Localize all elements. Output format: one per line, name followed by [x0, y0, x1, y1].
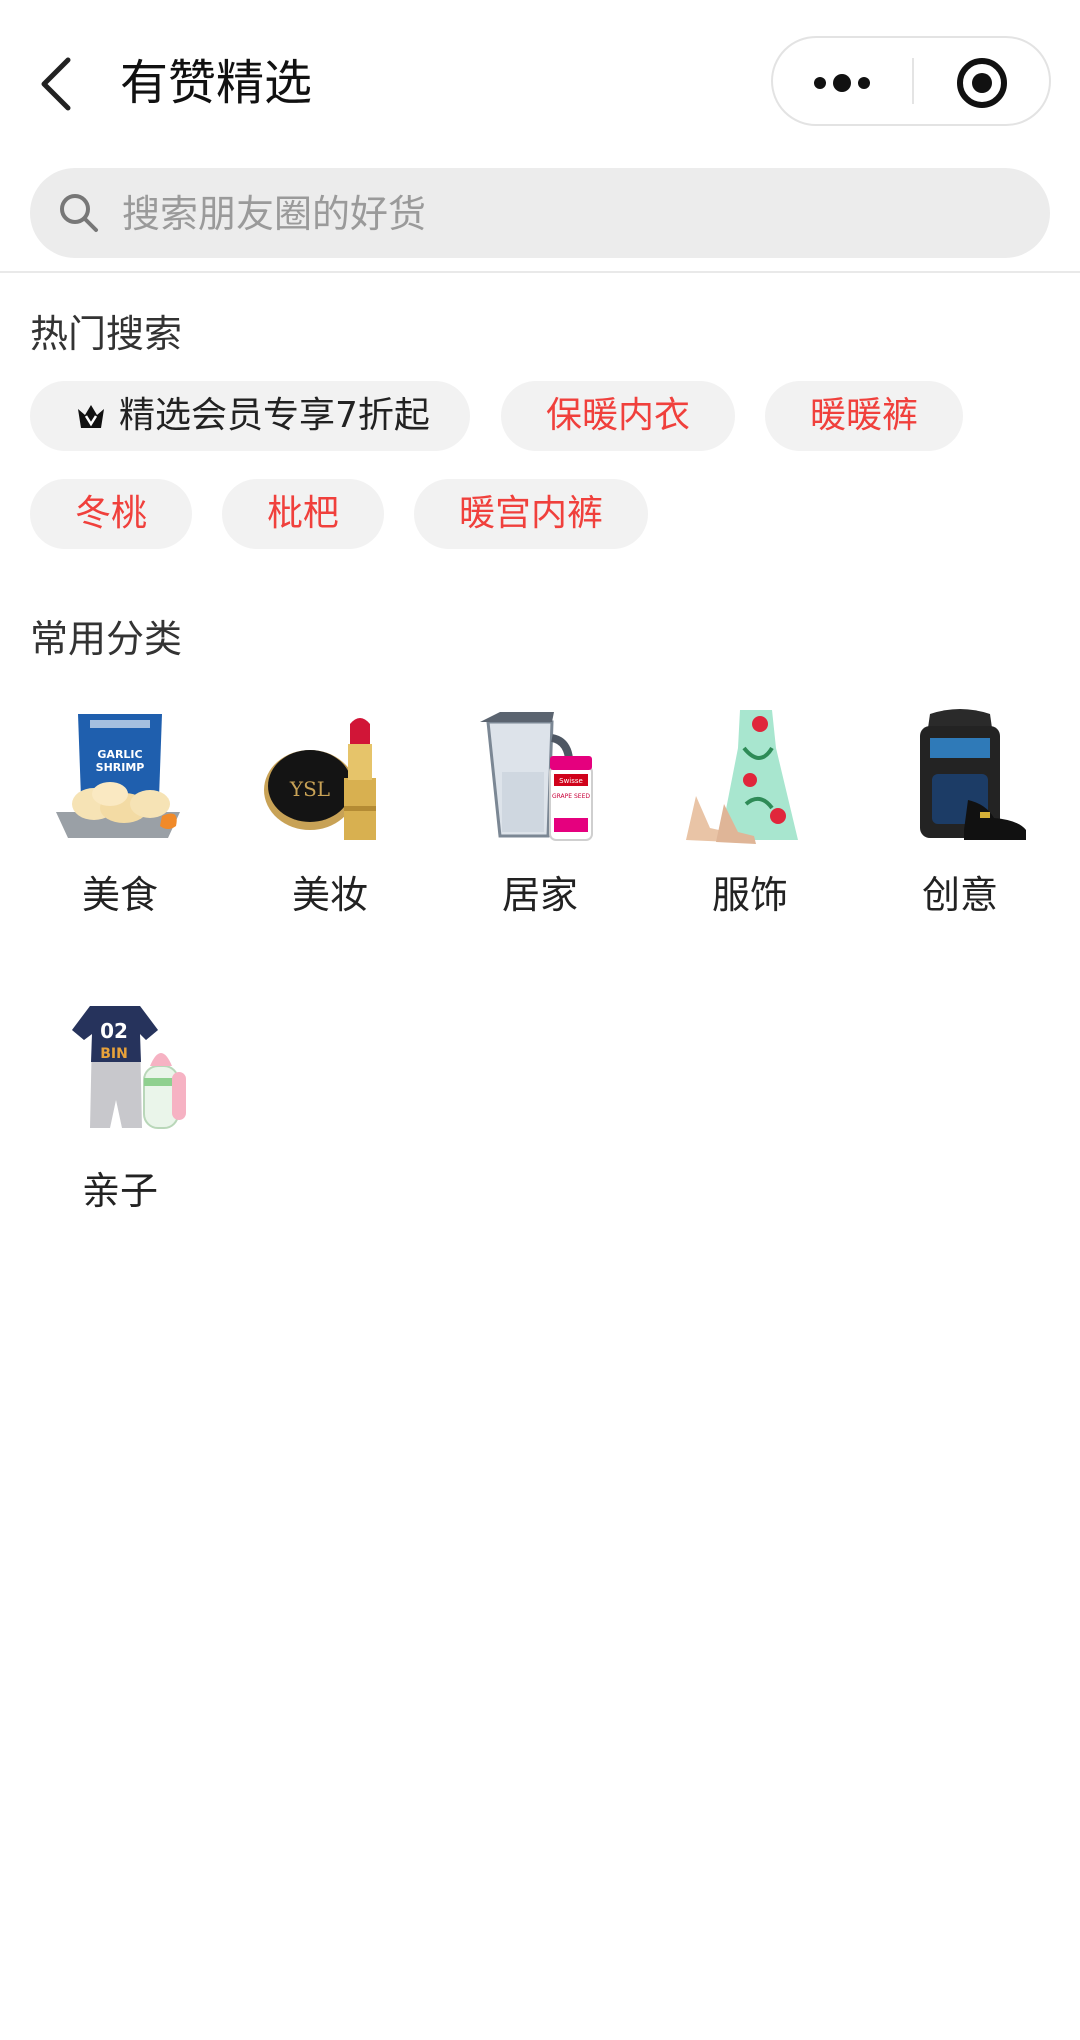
category-food[interactable]: GARLIC SHRIMP 美食 — [15, 708, 225, 928]
svg-text:Swisse: Swisse — [559, 777, 583, 785]
dress-and-heels-image — [686, 710, 798, 844]
hot-search-title: 热门搜索 — [30, 312, 183, 356]
search-icon — [60, 194, 98, 232]
category-label: 亲子 — [81, 1169, 158, 1213]
more-dots-icon — [814, 74, 870, 92]
svg-text:GARLIC: GARLIC — [97, 748, 142, 761]
svg-text:02: 02 — [100, 1019, 128, 1043]
category-beauty[interactable]: YSL 美妆 — [225, 708, 435, 928]
chevron-left-icon — [41, 57, 71, 111]
svg-text:GRAPE SEED: GRAPE SEED — [552, 793, 590, 800]
hot-search-chip[interactable]: 暖暖裤 — [765, 381, 963, 451]
water-pitcher-and-supplement-image: Swisse GRAPE SEED — [480, 712, 593, 841]
svg-text:BIN: BIN — [100, 1046, 128, 1062]
target-circle-icon — [957, 58, 1007, 108]
cushion-and-lipstick-image: YSL — [264, 718, 376, 840]
hot-search-chip[interactable]: 枇杷 — [222, 479, 384, 549]
hot-search-chip[interactable]: 暖宫内裤 — [414, 479, 648, 549]
category-label: 居家 — [501, 873, 578, 917]
category-label: 美妆 — [291, 873, 368, 917]
svg-text:SHRIMP: SHRIMP — [96, 761, 145, 774]
hot-search-chip[interactable]: 冬桃 — [30, 479, 192, 549]
mini-program-capsule — [771, 36, 1051, 126]
page-title: 有赞精选 — [120, 55, 313, 111]
backpack-and-sneaker-image — [920, 709, 1026, 840]
baby-romper-and-bottle-image: 02 BIN — [72, 1006, 186, 1129]
category-label: 服饰 — [711, 873, 788, 917]
svg-text:YSL: YSL — [289, 777, 330, 801]
category-label: 美食 — [81, 873, 158, 917]
more-options-button[interactable] — [773, 38, 911, 124]
hot-search-chip-vip[interactable]: 精选会员专享7折起 — [30, 381, 470, 451]
hot-search-chip[interactable]: 保暖内衣 — [501, 381, 735, 451]
navigation-bar: 有赞精选 — [0, 0, 1080, 166]
back-button[interactable] — [30, 44, 90, 124]
chip-label: 精选会员专享7折起 — [119, 395, 430, 436]
close-mini-program-button[interactable] — [914, 38, 1051, 124]
category-home[interactable]: Swisse GRAPE SEED 居家 — [435, 708, 645, 928]
categories-title: 常用分类 — [30, 617, 183, 661]
garlic-shrimp-chips-image: GARLIC SHRIMP — [56, 714, 180, 838]
search-bar — [30, 168, 1050, 260]
search-input[interactable] — [120, 168, 1024, 260]
category-parenting[interactable]: 02 BIN 亲子 — [15, 1000, 225, 1220]
crown-icon — [78, 405, 104, 428]
category-label: 创意 — [921, 873, 998, 917]
header-divider — [0, 271, 1080, 273]
category-apparel[interactable]: 服饰 — [645, 708, 855, 928]
category-creative[interactable]: 创意 — [855, 708, 1065, 928]
